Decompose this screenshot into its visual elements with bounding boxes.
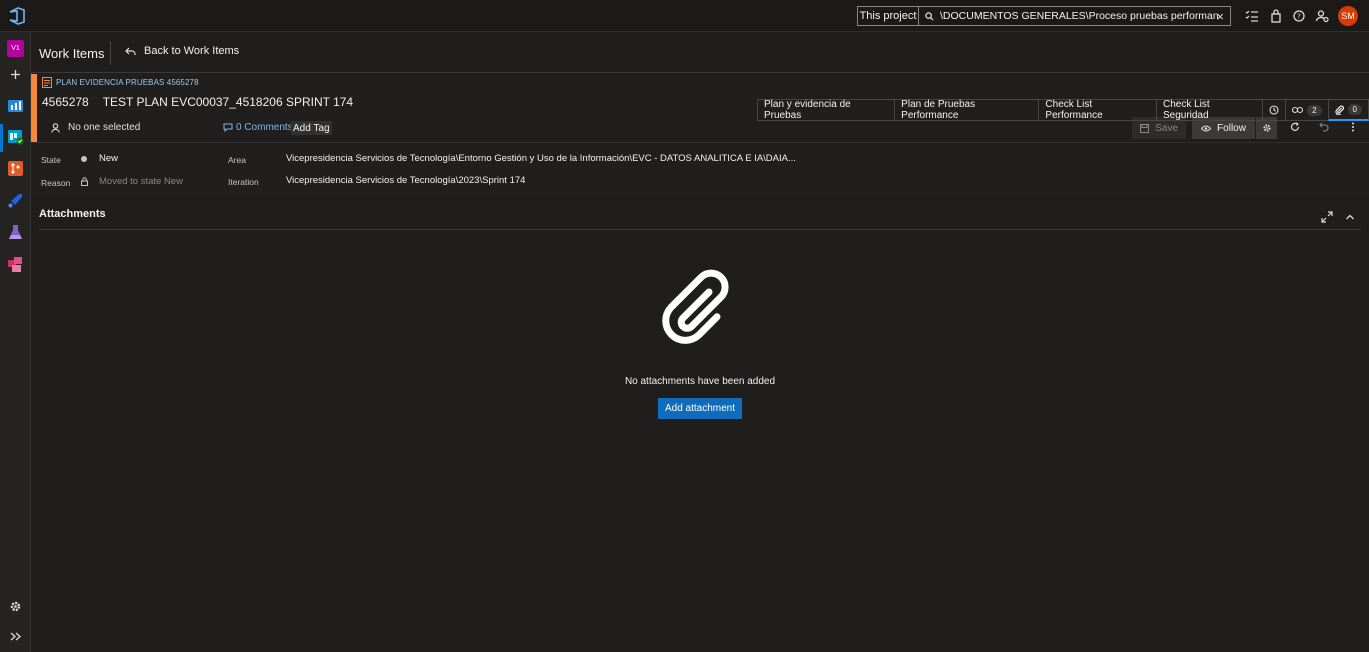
clear-search-icon[interactable]: × — [1216, 9, 1224, 24]
help-icon[interactable]: ? — [1292, 9, 1306, 23]
search-scope-button[interactable]: This project — [857, 6, 919, 26]
search-input[interactable]: \DOCUMENTOS GENERALES\Proceso pruebas pe… — [918, 6, 1231, 26]
tab-label: Check List Performance — [1045, 99, 1103, 121]
maximize-icon[interactable] — [1321, 211, 1333, 223]
work-item-id: 4565278 — [42, 95, 89, 109]
add-attachment-button[interactable]: Add attachment — [658, 398, 742, 419]
work-item-title[interactable]: 4565278 TEST PLAN EVC00037_4518206 SPRIN… — [42, 95, 353, 109]
work-item-title-text: TEST PLAN EVC00037_4518206 SPRINT 174 — [102, 95, 354, 109]
state-label: State — [41, 155, 61, 165]
tab-label: Plan de Pruebas Performance — [901, 99, 976, 121]
project-initials: V1 — [11, 45, 20, 52]
assigned-to-value: No one selected — [68, 122, 141, 133]
add-attachment-label: Add attachment — [664, 403, 736, 414]
lock-icon — [81, 177, 88, 186]
test-plans-icon[interactable] — [7, 224, 24, 241]
paperclip-illustration-icon — [662, 269, 729, 344]
collapse-icon[interactable] — [1344, 211, 1356, 223]
save-icon — [1140, 123, 1150, 133]
more-actions-button[interactable] — [1346, 120, 1360, 134]
task-list-icon[interactable] — [1245, 9, 1259, 23]
work-item-form: PLAN EVIDENCIA PRUEBAS 4565278 4565278 T… — [31, 74, 1369, 194]
settings-icon[interactable] — [7, 598, 24, 615]
comments-link[interactable]: 0 Comments — [223, 122, 293, 133]
work-item-type: PLAN EVIDENCIA PRUEBAS 4565278 — [42, 77, 199, 88]
attachments-heading: Attachments — [39, 208, 106, 220]
tab-links[interactable]: 2 — [1285, 99, 1328, 121]
tab-check-list-seguridad[interactable]: Check List Seguridad — [1155, 99, 1263, 121]
tab-attachments[interactable]: 0 — [1327, 99, 1369, 121]
svg-text:?: ? — [1297, 13, 1301, 21]
tab-check-list-performance[interactable]: Check List Performance — [1038, 99, 1156, 121]
tab-plan-y-evidencia[interactable]: Plan y evidencia de Pruebas — [757, 99, 895, 121]
more-vertical-icon — [1352, 122, 1354, 132]
person-icon — [51, 122, 60, 133]
project-avatar-icon[interactable]: V1 — [7, 40, 24, 57]
tab-history[interactable] — [1262, 99, 1286, 121]
page-header: Work Items Back to Work Items — [31, 32, 1369, 73]
link-icon — [1292, 106, 1304, 114]
page-title: Work Items — [39, 46, 105, 61]
tab-label: Check List Seguridad — [1162, 99, 1210, 121]
pipelines-icon[interactable] — [7, 192, 24, 209]
tab-label: Plan y evidencia de Pruebas — [764, 99, 851, 121]
paperclip-icon — [1335, 105, 1344, 115]
refresh-button[interactable] — [1288, 120, 1302, 134]
state-value[interactable]: New — [99, 153, 118, 164]
tab-plan-pruebas-performance[interactable]: Plan de Pruebas Performance — [894, 99, 1039, 121]
search-icon — [925, 11, 934, 21]
test-plan-icon — [42, 77, 52, 88]
back-label: Back to Work Items — [144, 45, 240, 57]
eye-icon — [1201, 125, 1212, 131]
empty-attachments-message: No attachments have been added — [624, 376, 776, 387]
work-item-tabs: Plan y evidencia de Pruebas Plan de Prue… — [757, 99, 1369, 121]
history-icon — [1269, 105, 1279, 115]
boards-icon[interactable] — [7, 128, 24, 145]
undo-button[interactable] — [1317, 120, 1331, 134]
plus-icon[interactable] — [7, 66, 24, 83]
search-scope-label: This project — [859, 10, 917, 22]
add-tag-button[interactable]: Add Tag — [291, 121, 332, 135]
state-dot-icon — [81, 156, 87, 162]
expand-icon[interactable] — [7, 628, 24, 645]
undo-icon — [1319, 122, 1329, 132]
comments-count: 0 Comments — [236, 122, 293, 133]
refresh-icon — [1290, 122, 1300, 131]
iteration-label: Iteration — [228, 177, 259, 187]
links-count-badge: 2 — [1307, 104, 1322, 116]
follow-label: Follow — [1217, 122, 1246, 134]
attachments-divider — [39, 229, 1361, 230]
search-value: \DOCUMENTOS GENERALES\Proceso pruebas pe… — [940, 10, 1218, 22]
marketplace-bag-icon[interactable] — [1269, 9, 1283, 23]
overview-icon[interactable] — [7, 97, 24, 114]
iteration-value[interactable]: Vicepresidencia Servicios de Tecnología\… — [286, 175, 525, 186]
reason-value: Moved to state New — [99, 176, 183, 187]
top-bar: This project \DOCUMENTOS GENERALES\Proce… — [0, 0, 1369, 32]
work-item-type-color-bar — [31, 74, 37, 142]
avatar[interactable]: SM — [1338, 6, 1358, 26]
add-tag-label: Add Tag — [293, 122, 330, 134]
gear-icon — [1262, 124, 1271, 132]
left-navigation-rail: V1 — [0, 32, 31, 652]
avatar-initials: SM — [1341, 11, 1355, 21]
comment-icon — [223, 123, 233, 132]
header-divider — [110, 41, 111, 65]
area-value[interactable]: Vicepresidencia Servicios de Tecnología\… — [286, 153, 796, 164]
attachments-count-badge: 0 — [1347, 104, 1362, 115]
artifacts-icon[interactable] — [7, 256, 24, 273]
user-settings-icon[interactable] — [1315, 9, 1329, 23]
assigned-to-picker[interactable]: No one selected — [51, 122, 140, 133]
reason-label: Reason — [41, 178, 71, 188]
repos-icon[interactable] — [7, 160, 24, 177]
azure-devops-logo-icon[interactable] — [8, 7, 26, 25]
active-item-indicator — [0, 124, 3, 152]
back-arrow-icon — [125, 47, 136, 55]
work-item-type-label: PLAN EVIDENCIA PRUEBAS 4565278 — [56, 78, 199, 87]
save-label: Save — [1155, 122, 1178, 134]
back-to-work-items-link[interactable]: Back to Work Items — [125, 45, 239, 57]
work-item-fields: State New Reason Moved to state New Area… — [31, 142, 1369, 194]
area-label: Area — [228, 155, 246, 165]
